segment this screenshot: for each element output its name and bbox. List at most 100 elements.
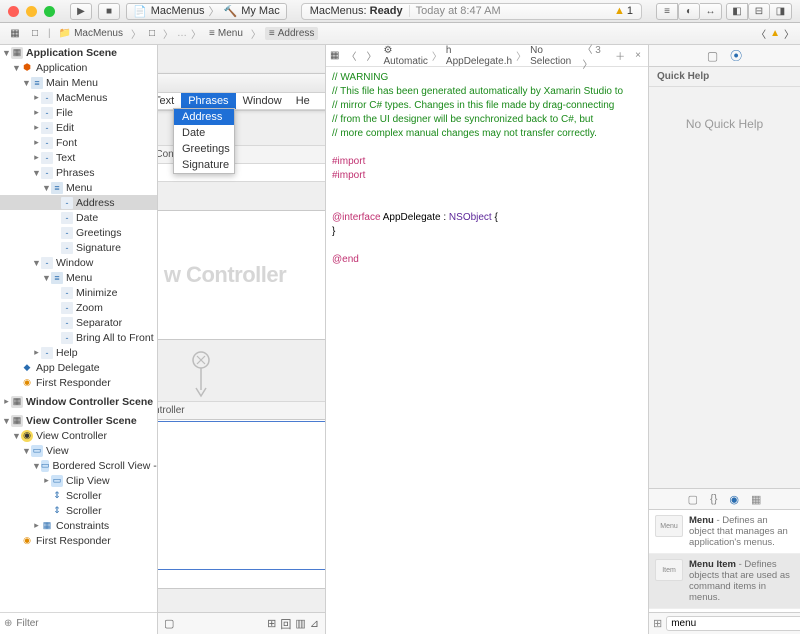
crumb-file[interactable]: h AppDelegate.h	[446, 45, 512, 67]
outline-first-responder2[interactable]: First Responder	[36, 535, 111, 547]
editor-assistant[interactable]: ◐	[678, 3, 700, 20]
outline-bordered[interactable]: Bordered Scroll View - Text...	[52, 460, 157, 472]
outline-toggle-icon[interactable]: ▢	[164, 617, 174, 630]
editor-standard[interactable]: ≡	[656, 3, 678, 20]
outline-menu[interactable]: Menu	[66, 182, 92, 194]
outline-view[interactable]: View	[46, 445, 69, 457]
menu-help[interactable]: He	[289, 93, 317, 109]
outline-bring-all[interactable]: Bring All to Front	[76, 332, 154, 344]
ed-back[interactable]: 〈	[343, 48, 359, 63]
crumb-project[interactable]: 📁MacMenus	[55, 27, 127, 40]
ib-tool-2[interactable]: 回	[280, 616, 291, 632]
nav-tab-1[interactable]: ▦	[6, 28, 24, 39]
scheme-selector[interactable]: 📄 MacMenus 〉 🔨 My Mac	[126, 3, 287, 20]
outline-file[interactable]: File	[56, 107, 73, 119]
insp-tab-file[interactable]: ▢	[707, 49, 718, 63]
insp-tab-help[interactable]: ⦿	[730, 47, 742, 64]
lib-view-icon[interactable]: ⊞	[653, 617, 662, 630]
warning-indicator[interactable]: ▲1	[614, 5, 633, 17]
toggle-utilities[interactable]: ◨	[770, 3, 792, 20]
ed-fwd[interactable]: 〉	[363, 48, 379, 63]
outline-macmenus[interactable]: MacMenus	[56, 92, 107, 104]
crumb-automatic[interactable]: ⚙ Automatic	[383, 45, 427, 67]
outline-text[interactable]: Text	[56, 152, 75, 164]
outline-constraints[interactable]: Constraints	[56, 520, 109, 532]
ib-tool-3[interactable]: ▥	[295, 617, 305, 630]
menu-phrases[interactable]: Phrases	[181, 93, 235, 109]
nav-fwd[interactable]: 〉	[784, 26, 794, 41]
close-editor[interactable]: ×	[632, 50, 644, 61]
crumb-selection[interactable]: No Selection	[530, 45, 571, 67]
library-filter-input[interactable]	[666, 616, 800, 631]
code-editor: ▦ 〈 〉 ⚙ Automatic 〉 h AppDelegate.h 〉 No…	[326, 45, 649, 634]
segue-arrow[interactable]	[188, 350, 214, 398]
crumb-address[interactable]: ≡ Address	[265, 27, 319, 40]
scheme-name: MacMenus	[151, 5, 205, 17]
outline-main-menu[interactable]: Main Menu	[46, 77, 98, 89]
toggle-debug[interactable]: ⊟	[748, 3, 770, 20]
stop-button[interactable]: ■	[98, 3, 120, 20]
outline-menu2[interactable]: Menu	[66, 272, 92, 284]
outline-window[interactable]: Window	[56, 257, 93, 269]
outline-scroller1[interactable]: Scroller	[66, 490, 102, 502]
outline-first-responder[interactable]: First Responder	[36, 377, 111, 389]
lib-tab-objects[interactable]: ◉	[729, 493, 739, 506]
outline-help[interactable]: Help	[56, 347, 78, 359]
toggle-navigator[interactable]: ◧	[726, 3, 748, 20]
outline-date[interactable]: Date	[76, 212, 98, 224]
library-item[interactable]: ItemMenu Item - Defines objects that are…	[649, 554, 800, 609]
view-controller-view[interactable]	[158, 419, 325, 589]
window-zoom[interactable]	[44, 6, 55, 17]
ib-tool-1[interactable]: ⊞	[267, 617, 276, 630]
view-controller-label[interactable]: View Controller	[158, 401, 325, 420]
dd-date[interactable]: Date	[174, 125, 234, 141]
outline-application[interactable]: Application	[36, 62, 87, 74]
run-button[interactable]: ▶	[70, 3, 92, 20]
nav-back[interactable]: 〈	[756, 26, 766, 41]
outline-minimize[interactable]: Minimize	[76, 287, 117, 299]
outline-app-scene[interactable]: Application Scene	[26, 47, 117, 59]
editor-version[interactable]: ↔	[700, 3, 722, 20]
outline-signature[interactable]: Signature	[76, 242, 121, 254]
outline-app-delegate[interactable]: App Delegate	[36, 362, 100, 374]
interface-builder: Font Text Phrases Window He Address Date…	[158, 45, 326, 634]
outline-scroller2[interactable]: Scroller	[66, 505, 102, 517]
menu-text[interactable]: Text	[158, 93, 181, 109]
ib-tool-4[interactable]: ⊿	[310, 617, 319, 630]
related-icon[interactable]: ▦	[330, 50, 339, 61]
nav-tab-2[interactable]: □	[26, 28, 44, 39]
dd-greetings[interactable]: Greetings	[174, 141, 234, 157]
add-editor[interactable]: ＋	[612, 48, 628, 63]
lib-tab-1[interactable]: ▢	[688, 493, 698, 506]
crumb-folder[interactable]: □	[145, 27, 159, 40]
outline-filter: ⊕	[0, 612, 157, 634]
filter-input[interactable]	[16, 618, 153, 629]
window-close[interactable]	[8, 6, 19, 17]
outline-separator[interactable]: Separator	[76, 317, 122, 329]
library-item[interactable]: MenuMenu - Defines an object that manage…	[649, 510, 800, 554]
status-time: Today at 8:47 AM	[409, 5, 501, 17]
crumb-menu[interactable]: ≡ Menu	[205, 27, 247, 40]
outline-greetings[interactable]: Greetings	[76, 227, 122, 239]
outline-address[interactable]: Address	[76, 197, 115, 209]
outline-phrases[interactable]: Phrases	[56, 167, 95, 179]
outline-wc-scene[interactable]: Window Controller Scene	[26, 396, 153, 408]
object-library: MenuMenu - Defines an object that manage…	[649, 510, 800, 612]
dd-signature[interactable]: Signature	[174, 157, 234, 173]
outline-edit[interactable]: Edit	[56, 122, 74, 134]
outline-font[interactable]: Font	[56, 137, 77, 149]
outline-view-controller[interactable]: View Controller	[36, 430, 107, 442]
outline-vc-scene[interactable]: View Controller Scene	[26, 415, 137, 427]
lib-tab-4[interactable]: ▦	[751, 493, 761, 506]
ib-window[interactable]: Font Text Phrases Window He	[158, 73, 325, 111]
outline-zoom[interactable]: Zoom	[76, 302, 103, 314]
lib-tab-2[interactable]: {}	[710, 493, 717, 505]
menu-window[interactable]: Window	[236, 93, 289, 109]
dd-address[interactable]: Address	[174, 109, 234, 125]
editor-jump-bar: ▦ 〈 〉 ⚙ Automatic 〉 h AppDelegate.h 〉 No…	[326, 45, 648, 67]
window-minimize[interactable]	[26, 6, 37, 17]
warn-icon[interactable]: ▲	[770, 28, 780, 39]
code-area[interactable]: // WARNING// This file has been generate…	[326, 67, 648, 271]
outline-clip[interactable]: Clip View	[66, 475, 110, 487]
window-content[interactable]: w Controller	[158, 210, 325, 340]
